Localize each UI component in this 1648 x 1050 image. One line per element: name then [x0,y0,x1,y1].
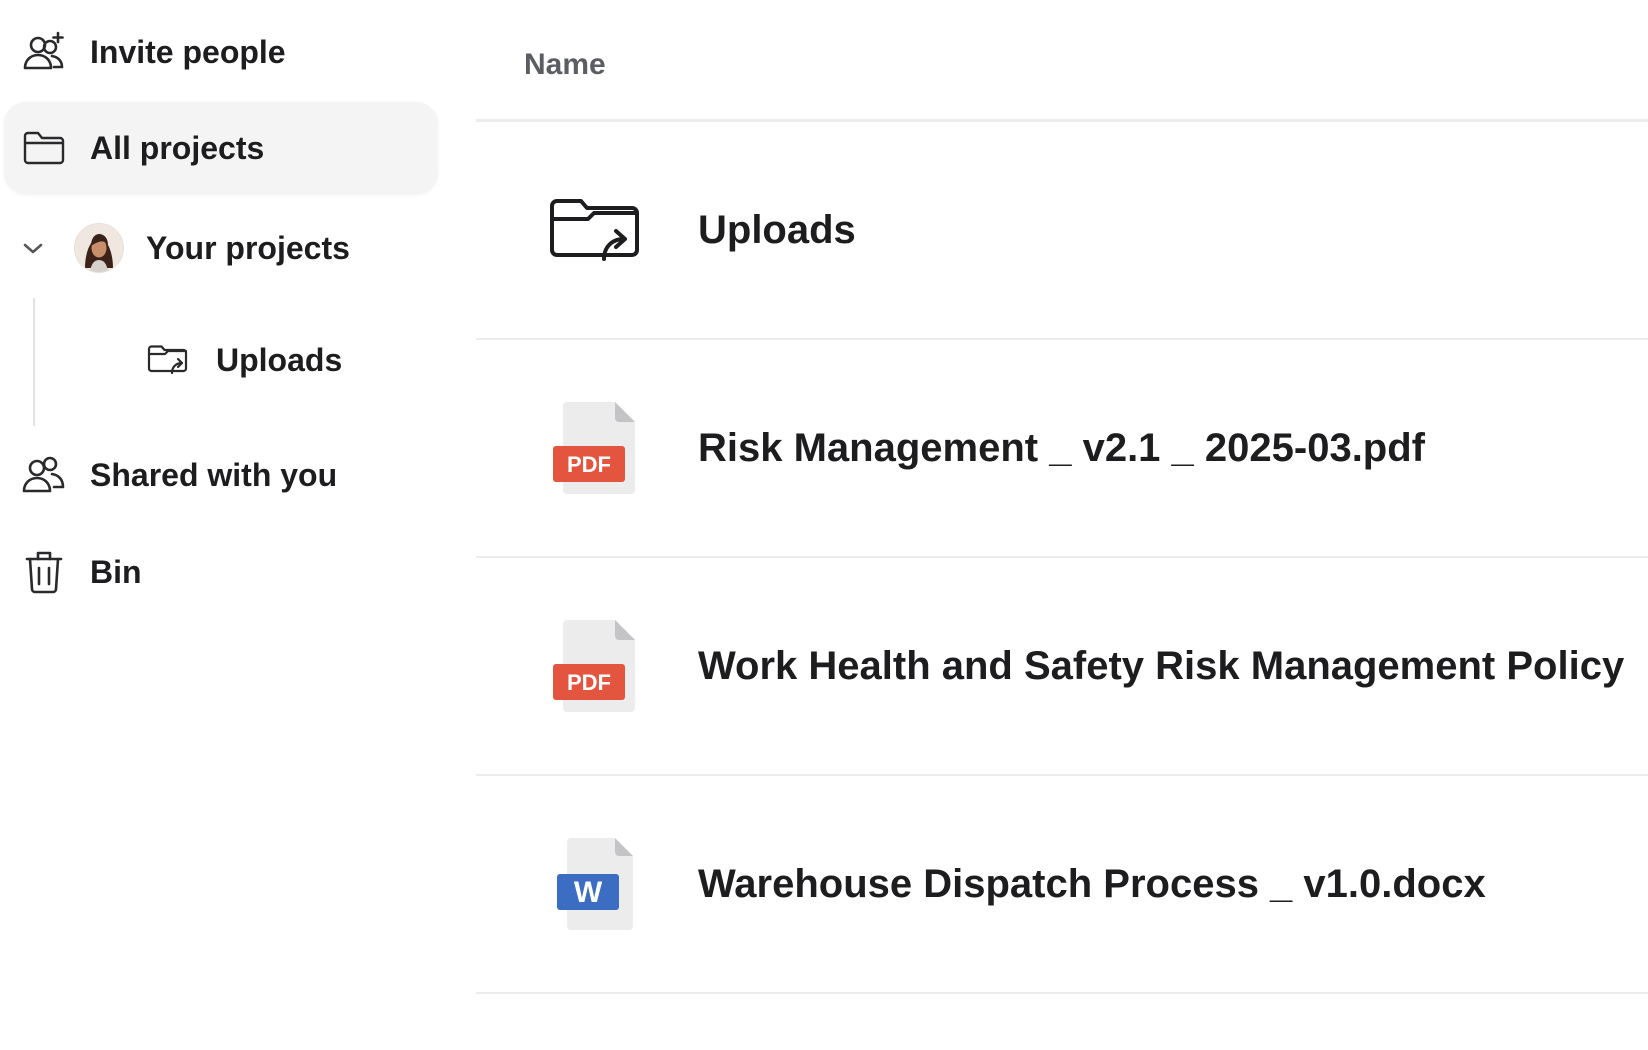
column-header-name[interactable]: Name [524,48,606,82]
add-user-icon [22,30,66,74]
folder-upload-icon [544,178,648,282]
invite-people-button[interactable]: Invite people [22,22,286,82]
bin-label: Bin [90,553,142,590]
table-row[interactable]: W Warehouse Dispatch Process _ v1.0.docx [476,776,1648,994]
trash-icon [22,549,66,595]
uploads-label: Uploads [216,341,343,378]
app-window: Invite people All projects Your projects… [0,0,1648,1050]
table-row[interactable]: PDF Risk Management _ v2.1 _ 2025-03.pdf [476,340,1648,558]
sidebar-item-shared-with-you[interactable]: Shared with you [22,445,337,505]
sidebar-item-all-projects[interactable]: All projects [4,102,438,194]
table-row[interactable]: PDF Work Health and Safety Risk Manageme… [476,558,1648,776]
file-name: Warehouse Dispatch Process _ v1.0.docx [698,861,1486,906]
your-projects-label: Your projects [146,229,350,266]
sidebar-item-your-projects[interactable]: Your projects [20,218,350,278]
word-badge-label: W [574,876,603,909]
shared-with-you-label: Shared with you [90,456,338,493]
file-name: Work Health and Safety Risk Management P… [698,643,1625,688]
file-name: Risk Management _ v2.1 _ 2025-03.pdf [698,425,1425,470]
invite-people-label: Invite people [90,33,286,70]
chevron-down-icon[interactable] [20,235,46,261]
pdf-file-icon: PDF [544,396,648,500]
pdf-badge-label: PDF [567,452,611,477]
folder-upload-icon [146,343,190,377]
file-name: Uploads [698,207,856,252]
sidebar: Invite people All projects Your projects… [0,0,440,1050]
sidebar-item-bin[interactable]: Bin [22,542,142,602]
table-row[interactable]: Uploads [476,122,1648,340]
users-icon [22,453,66,497]
tree-connector [33,298,35,426]
avatar [74,223,124,273]
pdf-file-icon: PDF [544,614,648,718]
word-file-icon: W [544,832,648,936]
all-projects-label: All projects [90,129,265,166]
pdf-badge-label: PDF [567,670,611,695]
file-list: Name Uploads PDF Risk Management _ v2.1 … [476,0,1648,1050]
folder-icon [22,126,66,170]
column-header: Name [476,0,1648,122]
sidebar-item-uploads[interactable]: Uploads [146,330,342,390]
